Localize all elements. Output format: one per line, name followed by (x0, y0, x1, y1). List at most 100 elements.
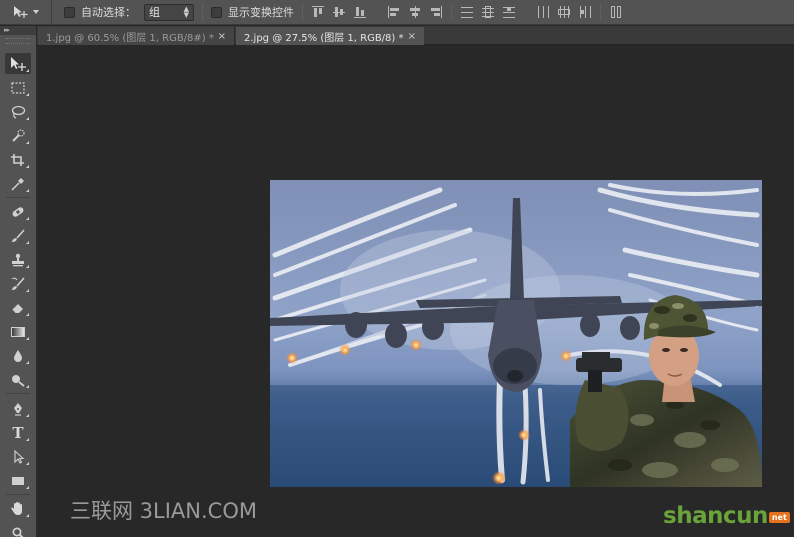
auto-select-checkbox[interactable] (64, 6, 75, 18)
tool-preset-picker[interactable] (0, 0, 52, 25)
path-select-icon (14, 449, 25, 464)
water-drop-icon (14, 349, 22, 362)
chevron-down-icon (33, 10, 39, 14)
auto-select-dropdown[interactable]: 组 ▲ ▼ (144, 3, 194, 21)
brush-tool[interactable] (5, 225, 31, 246)
rectangle-icon (12, 476, 24, 485)
tab-document-2[interactable]: 2.jpg @ 27.5% (图层 1, RGB/8) * × (236, 27, 424, 45)
auto-align-layers-icon[interactable] (609, 5, 623, 19)
auto-select-label: 自动选择： (81, 6, 136, 19)
document-tab-bar: 1.jpg @ 60.5% (图层 1, RGB/8#) * × 2.jpg @… (0, 26, 794, 45)
dropdown-arrows-icon: ▲ ▼ (183, 5, 189, 19)
divider (6, 494, 30, 495)
blur-tool[interactable] (5, 345, 31, 366)
healing-brush-tool[interactable] (5, 201, 31, 222)
submenu-indicator (26, 69, 29, 72)
type-tool[interactable]: T (5, 422, 31, 443)
submenu-indicator (26, 217, 29, 220)
distribute-right-icon[interactable] (578, 5, 592, 19)
submenu-indicator (26, 165, 29, 168)
eraser-tool[interactable] (5, 297, 31, 318)
close-icon[interactable]: × (218, 31, 226, 42)
type-icon: T (12, 423, 24, 442)
quick-select-icon (12, 128, 25, 142)
align-right-edges-icon[interactable] (429, 5, 443, 19)
move-tool[interactable] (5, 53, 31, 74)
align-top-edges-icon[interactable] (311, 5, 325, 19)
submenu-indicator (26, 385, 29, 388)
clone-stamp-tool[interactable] (5, 249, 31, 270)
lasso-icon (11, 105, 26, 119)
submenu-indicator (26, 117, 29, 120)
crop-tool[interactable] (5, 149, 31, 170)
move-tool-icon (11, 56, 26, 71)
show-transform-checkbox[interactable] (211, 6, 222, 18)
divider (600, 3, 601, 21)
submenu-indicator (26, 438, 29, 441)
panel-grip[interactable] (6, 38, 30, 44)
pen-tool[interactable] (5, 398, 31, 419)
path-select-tool[interactable] (5, 446, 31, 467)
submenu-indicator (26, 462, 29, 465)
align-left-edges-icon[interactable] (387, 5, 401, 19)
align-buttons-group (311, 5, 443, 19)
submenu-indicator (26, 514, 29, 517)
hand-icon (11, 502, 22, 515)
pen-icon (14, 402, 22, 416)
history-brush-icon (11, 276, 25, 290)
bandage-icon (12, 206, 24, 217)
lasso-tool[interactable] (5, 101, 31, 122)
eyedropper-tool[interactable] (5, 173, 31, 194)
document-canvas-image[interactable] (270, 180, 762, 487)
align-vertical-centers-icon[interactable] (332, 5, 346, 19)
dodge-icon (12, 374, 25, 387)
align-bottom-edges-icon[interactable] (353, 5, 367, 19)
watermark-brand: shancun (663, 503, 768, 529)
move-tool-icon (14, 6, 28, 18)
crop-icon (11, 153, 24, 166)
eyedropper-icon (11, 177, 24, 191)
eraser-icon (11, 303, 23, 313)
divider (451, 3, 452, 21)
hand-tool[interactable] (5, 498, 31, 519)
marquee-tool[interactable] (5, 77, 31, 98)
panel-collapse-icon[interactable]: ▸▸ (0, 26, 36, 35)
distribute-buttons-group (460, 5, 592, 19)
divider (302, 3, 303, 21)
zoom-tool[interactable] (5, 522, 31, 537)
tab-document-1[interactable]: 1.jpg @ 60.5% (图层 1, RGB/8#) * × (38, 27, 235, 45)
distribute-bottom-icon[interactable] (502, 5, 516, 19)
distribute-horizontal-centers-icon[interactable] (557, 5, 571, 19)
quick-select-tool[interactable] (5, 125, 31, 146)
submenu-indicator (26, 486, 29, 489)
history-brush-tool[interactable] (5, 273, 31, 294)
dodge-tool[interactable] (5, 369, 31, 390)
submenu-indicator (26, 265, 29, 268)
options-bar: 自动选择： 组 ▲ ▼ 显示变换控件 (0, 0, 794, 25)
gradient-tool[interactable] (5, 321, 31, 342)
distribute-top-icon[interactable] (460, 5, 474, 19)
rectangle-tool[interactable] (5, 470, 31, 491)
submenu-indicator (26, 241, 29, 244)
close-icon[interactable]: × (408, 31, 416, 42)
submenu-indicator (26, 289, 29, 292)
divider (6, 393, 30, 394)
auto-select-value: 组 (149, 6, 160, 19)
distribute-left-icon[interactable] (536, 5, 550, 19)
watermark-suffix: net (768, 512, 790, 523)
watermark-3lian: 三联网 3LIAN.COM (70, 499, 257, 523)
align-horizontal-centers-icon[interactable] (408, 5, 422, 19)
divider (6, 197, 30, 198)
stamp-icon (12, 253, 24, 266)
divider (202, 3, 203, 21)
distribute-vertical-centers-icon[interactable] (481, 5, 495, 19)
tab-label: 1.jpg @ 60.5% (图层 1, RGB/8#) * (46, 32, 214, 44)
composite-photo (270, 180, 762, 487)
submenu-indicator (26, 337, 29, 340)
submenu-indicator (26, 189, 29, 192)
magnifier-icon (12, 527, 24, 537)
submenu-indicator (26, 361, 29, 364)
brush-icon (12, 228, 25, 242)
tools-panel: ▸▸ T (0, 26, 37, 537)
marquee-icon (11, 81, 25, 94)
